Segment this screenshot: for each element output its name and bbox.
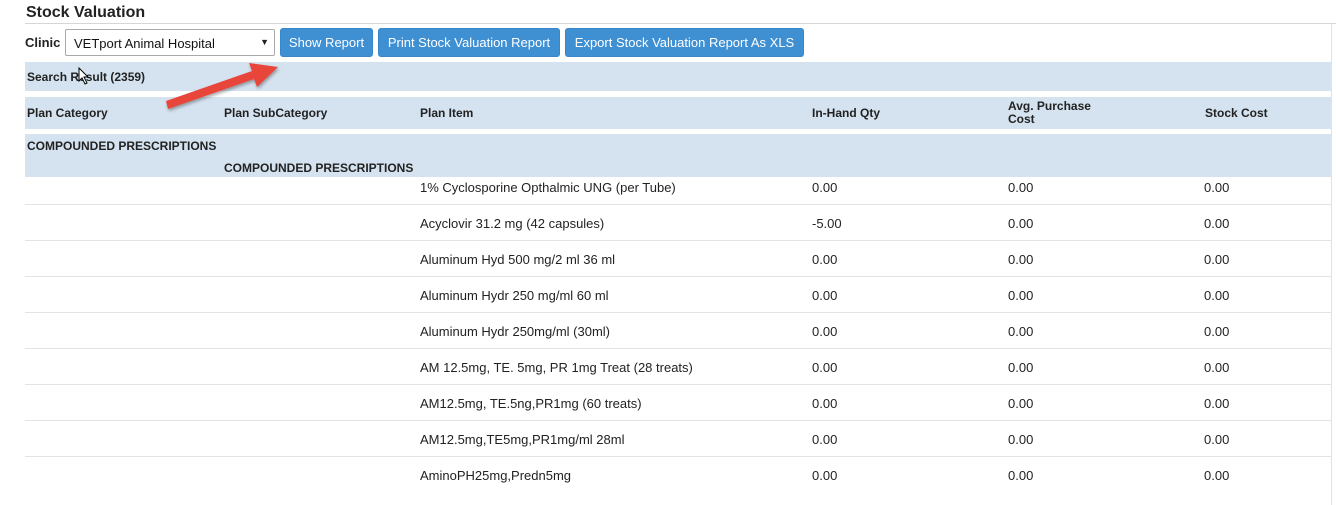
annotation-arrow-icon bbox=[166, 63, 278, 109]
mouse-cursor-icon bbox=[78, 67, 90, 85]
